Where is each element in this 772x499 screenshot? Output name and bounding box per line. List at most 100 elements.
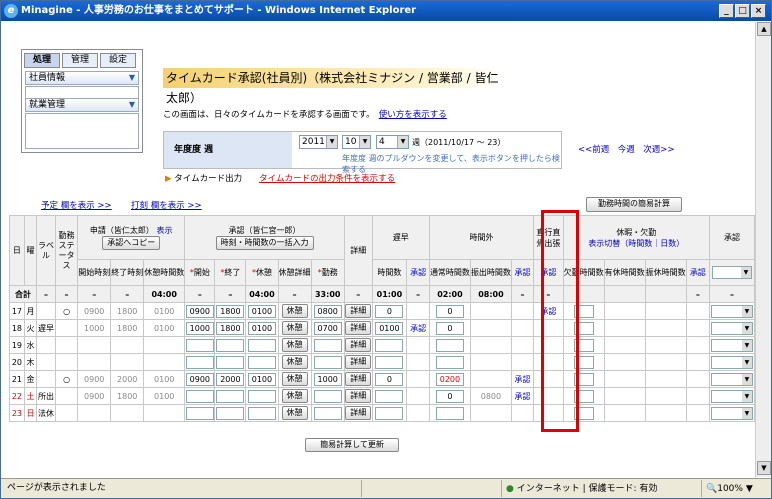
maximize-button[interactable]: □ <box>735 4 750 18</box>
approve-rest-input[interactable]: 0100 <box>247 372 276 386</box>
normal-input[interactable]: 0 <box>435 389 464 403</box>
approve-start-input[interactable] <box>185 406 214 420</box>
year-select[interactable]: 2011 ▼ <box>299 135 338 149</box>
approve-end-input[interactable]: 1800 <box>216 321 245 335</box>
rest-button[interactable]: 休憩 <box>281 355 308 369</box>
rest-button[interactable]: 休憩 <box>281 321 308 335</box>
menu-employee-info[interactable]: 社員情報 ▼ <box>25 71 139 85</box>
rest-button[interactable]: 休憩 <box>281 338 308 352</box>
approve-rest-input[interactable] <box>247 338 276 352</box>
approve-rest-input[interactable]: 0100 <box>247 321 276 335</box>
tc-output-link[interactable]: タイムカードの出力条件を表示する <box>259 174 395 184</box>
rest-button[interactable]: 休憩 <box>281 372 308 386</box>
work-input[interactable] <box>313 389 342 403</box>
vertical-scrollbar[interactable]: ▲ ▼ <box>755 22 771 477</box>
show-stamp-link[interactable]: 打刻 欄を表示 >> <box>131 199 202 211</box>
approve-start-input[interactable] <box>185 338 214 352</box>
close-button[interactable]: × <box>751 4 766 18</box>
work-input[interactable] <box>313 338 342 352</box>
detail-button[interactable]: 詳細 <box>345 338 372 352</box>
late-approve-cell[interactable] <box>406 302 430 320</box>
late-approve-cell[interactable] <box>406 336 430 354</box>
work-input[interactable] <box>313 355 342 369</box>
approve-all-select[interactable]: ▼ <box>708 259 755 286</box>
approve-end-input[interactable]: 2000 <box>216 372 245 386</box>
late-input[interactable] <box>375 389 404 403</box>
detail-button[interactable]: 詳細 <box>345 321 372 335</box>
leave-switch-link[interactable]: 表示切替（時間数｜日数） <box>588 239 684 248</box>
normal-input[interactable]: 0 <box>435 321 464 335</box>
detail-button[interactable]: 詳細 <box>345 355 372 369</box>
rest-button[interactable]: 休憩 <box>281 304 308 318</box>
late-approve-cell[interactable] <box>406 353 430 371</box>
minimize-button[interactable]: _ <box>719 4 734 18</box>
ot-approve-cell[interactable] <box>510 319 535 337</box>
late-input[interactable] <box>375 406 404 420</box>
ot-approve-cell[interactable] <box>510 302 535 320</box>
normal-input[interactable]: 0 <box>435 304 464 318</box>
rest-button[interactable]: 休憩 <box>281 389 308 403</box>
ot-approve-cell[interactable] <box>510 353 535 371</box>
approve-rest-input[interactable] <box>247 406 276 420</box>
approve-start-input[interactable]: 0900 <box>185 304 214 318</box>
calc-update-button[interactable]: 簡易計算して更新 <box>305 438 399 452</box>
prev-week-link[interactable]: <<前週 <box>578 145 609 155</box>
show-plan-link[interactable]: 予定 欄を表示 >> <box>41 199 112 211</box>
detail-button[interactable]: 詳細 <box>345 304 372 318</box>
approve-select[interactable]: ▼ <box>710 338 753 352</box>
approve-select[interactable]: ▼ <box>710 389 753 403</box>
late-input[interactable]: 0 <box>375 304 404 318</box>
late-approve-cell[interactable] <box>406 404 430 422</box>
work-input[interactable]: 0700 <box>313 321 342 335</box>
approve-select[interactable]: ▼ <box>710 304 753 318</box>
late-input[interactable] <box>375 355 404 369</box>
approve-end-input[interactable] <box>216 389 245 403</box>
work-input[interactable]: 1000 <box>313 372 342 386</box>
approve-start-input[interactable] <box>185 389 214 403</box>
tab-process[interactable]: 処理 <box>24 53 60 68</box>
detail-button[interactable]: 詳細 <box>345 406 372 420</box>
approve-select[interactable]: ▼ <box>710 406 753 420</box>
scroll-down-icon[interactable]: ▼ <box>757 461 771 475</box>
approve-end-input[interactable] <box>216 406 245 420</box>
rest-button[interactable]: 休憩 <box>281 406 308 420</box>
late-approve-cell[interactable] <box>406 387 430 405</box>
late-input[interactable] <box>375 338 404 352</box>
approve-rest-input[interactable] <box>247 389 276 403</box>
bulk-input-button[interactable]: 時刻・時間数の一括入力 <box>215 236 314 250</box>
scroll-up-icon[interactable]: ▲ <box>757 22 771 36</box>
this-week-link[interactable]: 今週 <box>618 145 635 155</box>
approve-select[interactable]: ▼ <box>710 321 753 335</box>
ot-approve-cell[interactable]: 承認 <box>510 387 535 405</box>
detail-button[interactable]: 詳細 <box>345 389 372 403</box>
late-input[interactable]: 0100 <box>375 321 404 335</box>
approve-end-input[interactable] <box>216 355 245 369</box>
normal-input[interactable] <box>435 338 464 352</box>
approve-rest-input[interactable] <box>247 355 276 369</box>
tab-manage[interactable]: 管理 <box>62 53 98 68</box>
howto-link[interactable]: 使い方を表示する <box>379 110 447 120</box>
simple-calc-button[interactable]: 勤務時間の簡易計算 <box>586 197 682 212</box>
normal-input[interactable] <box>435 355 464 369</box>
copy-to-approve-button[interactable]: 承認へコピー <box>102 236 161 250</box>
ot-approve-cell[interactable] <box>510 336 535 354</box>
approve-select[interactable]: ▼ <box>710 355 753 369</box>
work-input[interactable] <box>313 406 342 420</box>
approve-start-input[interactable]: 0900 <box>185 372 214 386</box>
work-input[interactable]: 0800 <box>313 304 342 318</box>
approve-start-input[interactable] <box>185 355 214 369</box>
ot-approve-cell[interactable] <box>510 404 535 422</box>
late-approve-cell[interactable] <box>406 370 430 388</box>
month-select[interactable]: 10 ▼ <box>342 135 371 149</box>
detail-button[interactable]: 詳細 <box>345 372 372 386</box>
menu-attendance[interactable]: 就業管理 ▼ <box>25 98 139 112</box>
apply-show-link[interactable]: 表示 <box>156 226 172 235</box>
late-input[interactable]: 0 <box>375 372 404 386</box>
approve-end-input[interactable] <box>216 338 245 352</box>
normal-input[interactable] <box>435 406 464 420</box>
approve-start-input[interactable]: 1000 <box>185 321 214 335</box>
normal-input[interactable]: 0200 <box>435 372 464 386</box>
tab-settings[interactable]: 設定 <box>100 53 136 68</box>
late-approve-cell[interactable]: 承認 <box>406 319 430 337</box>
next-week-link[interactable]: 次週>> <box>643 145 674 155</box>
